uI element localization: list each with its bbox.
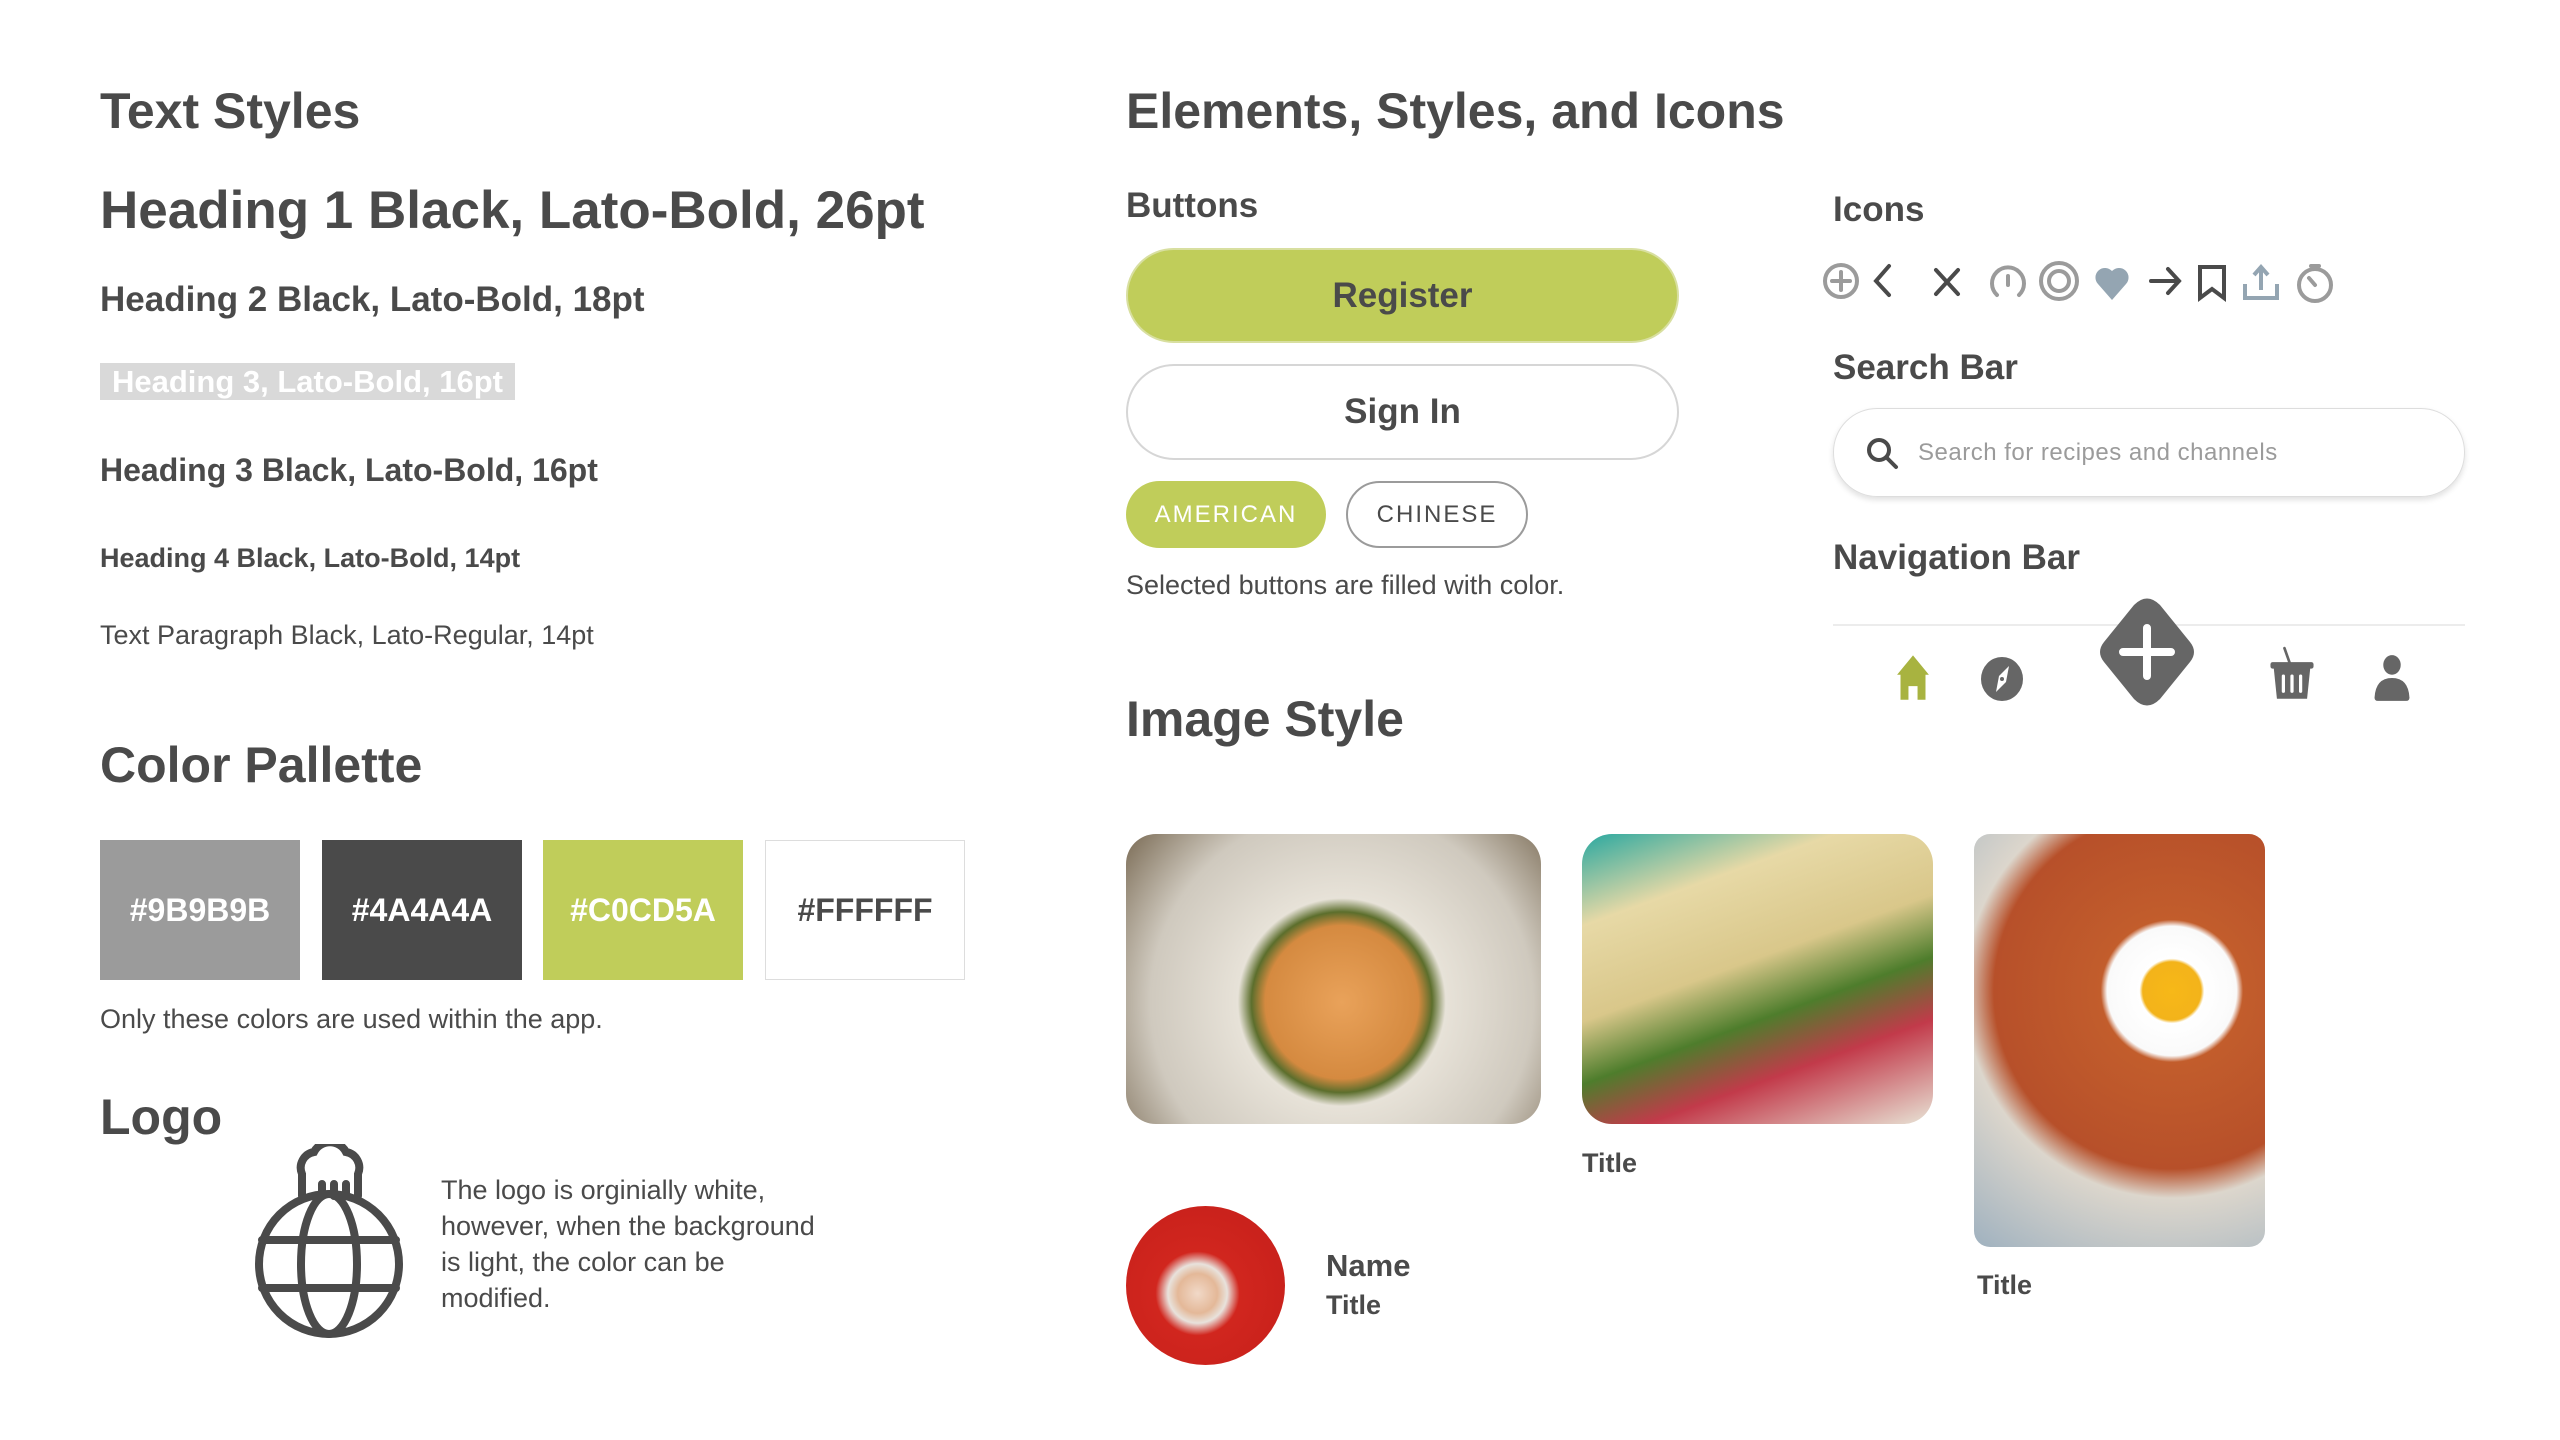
rice-bowl-image [1974, 834, 2265, 1247]
palette-title: Color Pallette [100, 737, 423, 793]
chip-chinese[interactable]: CHINESE [1346, 481, 1528, 548]
profile-name: Name [1326, 1248, 1411, 1283]
tacos-image [1582, 834, 1933, 1124]
card-title: Title [1582, 1148, 1638, 1178]
swatch-dark: #4A4A4A [322, 840, 522, 980]
avatar [1126, 1206, 1285, 1365]
basket-icon[interactable] [2266, 646, 2318, 702]
search-bar-title: Search Bar [1833, 348, 2018, 387]
timer-icon [2297, 264, 2333, 303]
search-input[interactable]: Search for recipes and channels [1918, 439, 2278, 467]
bookmark-icon [2198, 265, 2226, 302]
icon-row [1823, 261, 2333, 303]
paragraph-sample: Text Paragraph Black, Lato-Regular, 14pt [100, 620, 594, 650]
chef-hat-globe-icon [255, 1144, 403, 1338]
logo-description: The logo is orginially white, however, w… [441, 1175, 815, 1313]
sign-in-button[interactable]: Sign In [1126, 364, 1679, 460]
pizza-image [1126, 834, 1541, 1124]
gauge-icon [1990, 265, 2026, 297]
home-icon[interactable] [1888, 652, 1938, 702]
palette-note: Only these colors are used within the ap… [100, 1004, 603, 1034]
card-title: Title [1977, 1270, 2033, 1300]
heading-1-sample: Heading 1 Black, Lato-Bold, 26pt [100, 181, 925, 240]
arrow-right-icon [2149, 267, 2182, 295]
heading-2-sample: Heading 2 Black, Lato-Bold, 18pt [100, 280, 645, 319]
close-icon [1934, 268, 1960, 296]
image-style-title: Image Style [1126, 691, 1404, 747]
buttons-title: Buttons [1126, 186, 1259, 225]
heading-3-sample: Heading 3 Black, Lato-Bold, 16pt [100, 452, 598, 488]
buttons-note: Selected buttons are filled with color. [1126, 570, 1565, 600]
profile-title: Title [1326, 1290, 1382, 1320]
heart-icon [2095, 267, 2129, 300]
elements-title: Elements, Styles, and Icons [1126, 83, 1785, 139]
target-icon [2039, 261, 2079, 301]
register-button[interactable]: Register [1126, 248, 1679, 343]
swatch-gray: #9B9B9B [100, 840, 300, 980]
text-styles-title: Text Styles [100, 83, 361, 139]
chip-american[interactable]: AMERICAN [1126, 481, 1326, 548]
heading-4-sample: Heading 4 Black, Lato-Bold, 14pt [100, 543, 521, 573]
share-icon [2243, 263, 2279, 300]
logo-title: Logo [100, 1089, 223, 1145]
heading-3-white-sample: Heading 3, Lato-Bold, 16pt [100, 363, 515, 400]
swatch-white: #FFFFFF [765, 840, 965, 980]
chevron-left-icon [1873, 264, 1891, 297]
search-bar[interactable]: Search for recipes and channels [1833, 408, 2465, 497]
navigation-bar-title: Navigation Bar [1833, 538, 2080, 577]
icons-title: Icons [1833, 190, 1925, 229]
add-button[interactable] [2098, 598, 2196, 706]
swatch-green: #C0CD5A [543, 840, 743, 980]
profile-icon[interactable] [2370, 654, 2414, 702]
search-icon [1867, 437, 1898, 469]
compass-icon[interactable] [1980, 656, 2024, 702]
plus-circle-icon [1823, 263, 1859, 299]
